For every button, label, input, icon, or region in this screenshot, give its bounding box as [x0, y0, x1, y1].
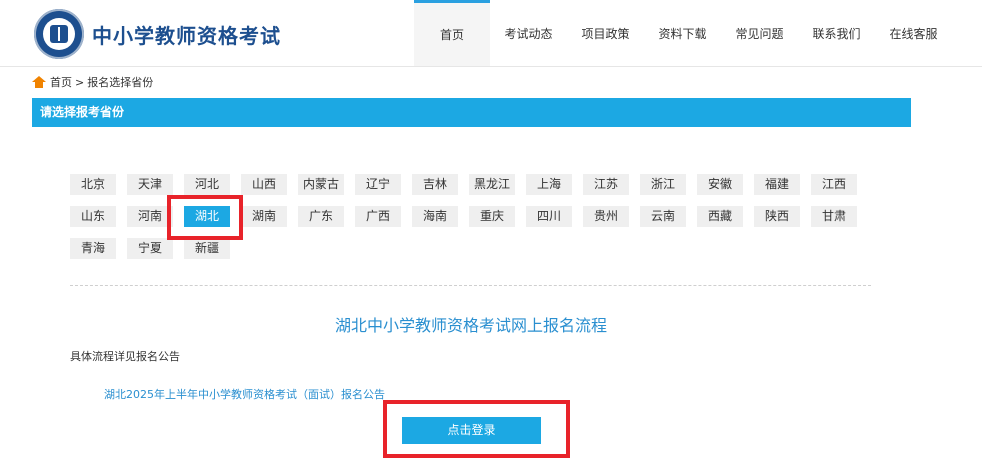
section-title-bar: 请选择报考省份 [32, 98, 911, 127]
home-icon [32, 76, 46, 88]
highlight-box-province [167, 195, 243, 240]
province-button[interactable]: 吉林 [412, 174, 458, 195]
breadcrumb-current: 报名选择省份 [87, 76, 154, 89]
breadcrumb-home[interactable]: 首页 [50, 74, 72, 90]
flow-title: 湖北中小学教师资格考试网上报名流程 [334, 316, 607, 335]
nav-item-faq[interactable]: 常见问题 [721, 0, 798, 66]
province-button[interactable]: 西藏 [697, 206, 743, 227]
highlight-box-login [383, 400, 570, 458]
province-button[interactable]: 湖南 [241, 206, 287, 227]
province-button[interactable]: 甘肃 [811, 206, 857, 227]
province-button[interactable]: 江苏 [583, 174, 629, 195]
province-button[interactable]: 山西 [241, 174, 287, 195]
province-button[interactable]: 福建 [754, 174, 800, 195]
province-button[interactable]: 山东 [70, 206, 116, 227]
site-title[interactable]: 中小学教师资格考试 [92, 20, 281, 49]
province-button[interactable]: 天津 [127, 174, 173, 195]
province-button[interactable]: 河北 [184, 174, 230, 195]
province-button[interactable]: 浙江 [640, 174, 686, 195]
province-button[interactable]: 广西 [355, 206, 401, 227]
divider [70, 285, 871, 286]
province-button[interactable]: 北京 [70, 174, 116, 195]
province-button[interactable]: 江西 [811, 174, 857, 195]
nav-item-contact[interactable]: 联系我们 [798, 0, 875, 66]
nav-item-exam-news[interactable]: 考试动态 [490, 0, 567, 66]
province-button[interactable]: 内蒙古 [298, 174, 344, 195]
province-button[interactable]: 上海 [526, 174, 572, 195]
province-button[interactable]: 青海 [70, 238, 116, 259]
province-button[interactable]: 辽宁 [355, 174, 401, 195]
flow-subtitle: 具体流程详见报名公告 [70, 350, 180, 363]
nav-item-downloads[interactable]: 资料下载 [644, 0, 721, 66]
province-button[interactable]: 安徽 [697, 174, 743, 195]
nav-item-home[interactable]: 首页 [414, 0, 490, 66]
logo-icon[interactable] [34, 9, 84, 59]
nav-item-online-service[interactable]: 在线客服 [875, 0, 952, 66]
province-button[interactable]: 云南 [640, 206, 686, 227]
province-button[interactable]: 广东 [298, 206, 344, 227]
main-nav: 首页 考试动态 项目政策 资料下载 常见问题 联系我们 在线客服 [414, 0, 952, 66]
province-button[interactable]: 宁夏 [127, 238, 173, 259]
province-button[interactable]: 海南 [412, 206, 458, 227]
province-button[interactable]: 重庆 [469, 206, 515, 227]
province-button[interactable]: 新疆 [184, 238, 230, 259]
notice-link[interactable]: 湖北2025年上半年中小学教师资格考试（面试）报名公告 [104, 386, 385, 402]
province-button[interactable]: 陕西 [754, 206, 800, 227]
province-button[interactable]: 四川 [526, 206, 572, 227]
province-button[interactable]: 黑龙江 [469, 174, 515, 195]
site-header: 中小学教师资格考试 首页 考试动态 项目政策 资料下载 常见问题 联系我们 在线… [0, 0, 982, 67]
breadcrumb: 首页 > 报名选择省份 [32, 74, 153, 90]
province-button[interactable]: 贵州 [583, 206, 629, 227]
nav-item-policy[interactable]: 项目政策 [567, 0, 644, 66]
breadcrumb-separator: > [75, 75, 85, 89]
